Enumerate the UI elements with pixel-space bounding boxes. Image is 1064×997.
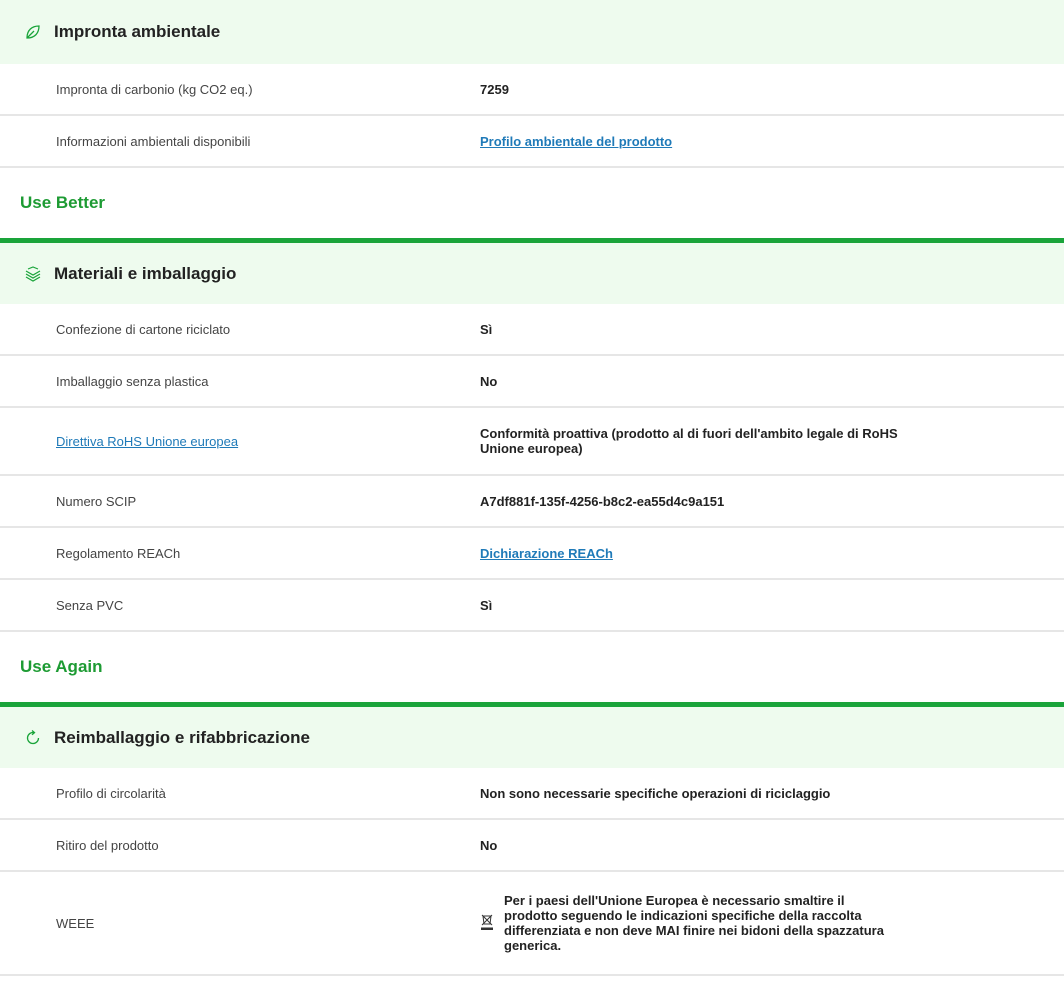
row-label: Numero SCIP <box>56 493 137 509</box>
table-row: Informazioni ambientali disponibili Prof… <box>0 116 1064 168</box>
section-title-use-again: Use Again <box>20 657 103 676</box>
row-label: Informazioni ambientali disponibili <box>56 133 251 149</box>
leaf-icon <box>22 21 44 43</box>
row-value: Non sono necessarie specifiche operazion… <box>480 785 831 801</box>
section-title-use-better: Use Better <box>20 193 106 212</box>
table-row: Ritiro del prodotto No <box>0 820 1064 872</box>
table-row: Confezione di cartone riciclato Sì <box>0 304 1064 356</box>
rohs-directive-link[interactable]: Direttiva RoHS Unione europea <box>56 434 238 449</box>
category-title: Materiali e imballaggio <box>54 263 237 283</box>
row-value: No <box>480 837 498 853</box>
row-value: Sì <box>480 321 493 337</box>
reach-declaration-link[interactable]: Dichiarazione REACh <box>480 546 613 561</box>
row-label: Profilo di circolarità <box>56 785 166 801</box>
category-header-materiali: Materiali e imballaggio <box>0 238 1064 304</box>
row-value: Sì <box>480 597 493 613</box>
row-value: A7df881f-135f-4256-b8c2-ea55d4c9a151 <box>480 493 725 509</box>
product-environmental-profile-link[interactable]: Profilo ambientale del prodotto <box>480 134 672 149</box>
row-label: Senza PVC <box>56 597 124 613</box>
table-row: Direttiva RoHS Unione europea Conformità… <box>0 408 1064 476</box>
row-label: Regolamento REACh <box>56 545 181 561</box>
row-label: Confezione di cartone riciclato <box>56 321 231 337</box>
weee-disposal-text: Per i paesi dell'Unione Europea è necess… <box>504 893 884 953</box>
table-row: Regolamento REACh Dichiarazione REACh <box>0 528 1064 580</box>
category-title: Reimballaggio e rifabbricazione <box>54 727 311 747</box>
table-row: WEEE Per i paesi dell'Unione Europea è n… <box>0 872 1064 976</box>
crossed-bin-icon <box>480 913 496 934</box>
category-header-impronta: Impronta ambientale <box>0 0 1064 64</box>
row-value: No <box>480 373 498 389</box>
table-row: Impronta di carbonio (kg CO2 eq.) 7259 <box>0 64 1064 116</box>
table-row: Senza PVC Sì <box>0 580 1064 632</box>
category-title: Impronta ambientale <box>54 22 221 41</box>
row-label: Ritiro del prodotto <box>56 837 159 853</box>
refresh-icon <box>22 727 44 749</box>
row-value: 7259 <box>480 81 509 97</box>
table-row: Numero SCIP A7df881f-135f-4256-b8c2-ea55… <box>0 476 1064 528</box>
row-value: Conformità proattiva (prodotto al di fuo… <box>480 426 898 456</box>
table-row: Imballaggio senza plastica No <box>0 356 1064 408</box>
category-header-reimballaggio: Reimballaggio e rifabbricazione <box>0 702 1064 768</box>
row-label: Impronta di carbonio (kg CO2 eq.) <box>56 81 253 97</box>
sustainability-panel: Impronta ambientale Impronta di carbonio… <box>0 0 1064 976</box>
row-label: WEEE <box>56 915 95 931</box>
row-label: Imballaggio senza plastica <box>56 373 209 389</box>
layers-icon <box>22 263 44 285</box>
table-row: Profilo di circolarità Non sono necessar… <box>0 768 1064 820</box>
